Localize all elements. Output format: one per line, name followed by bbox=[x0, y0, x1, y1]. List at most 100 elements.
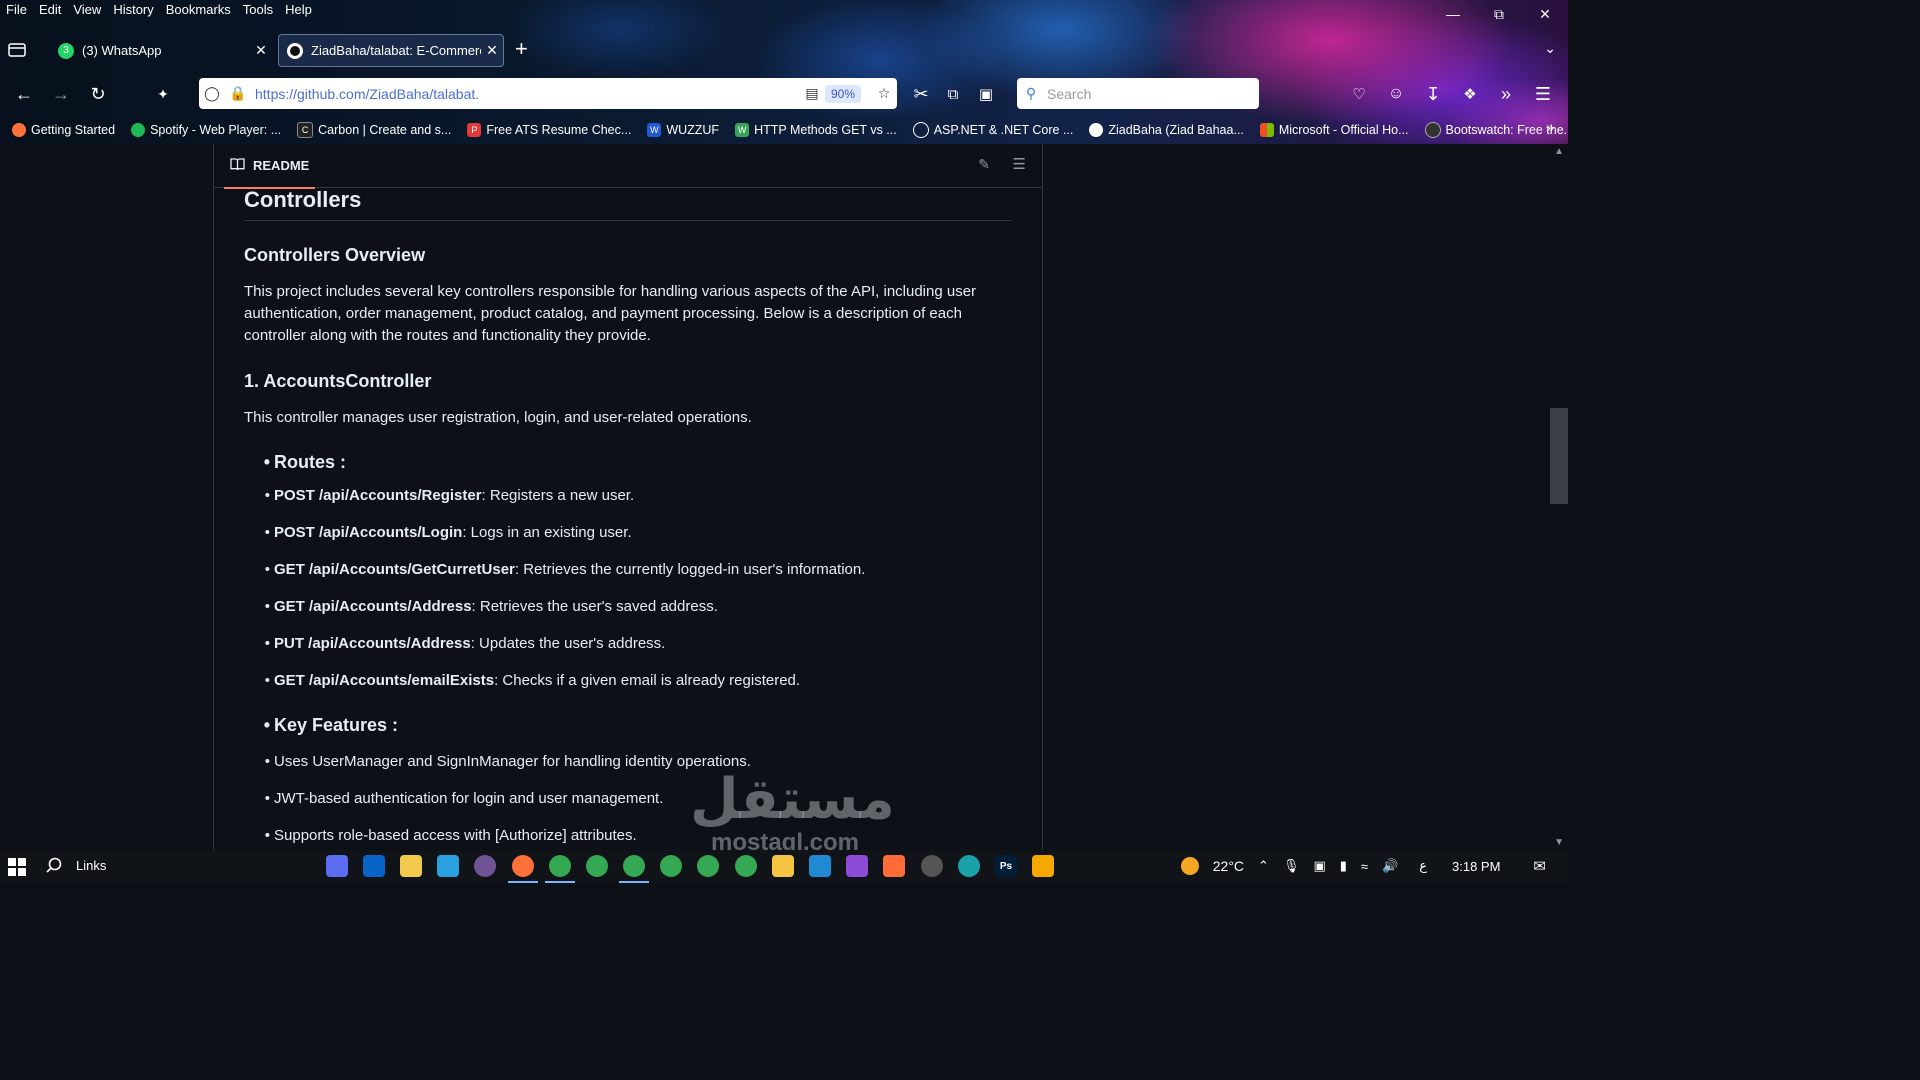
chrome-icon[interactable] bbox=[544, 855, 575, 883]
chrome-icon[interactable] bbox=[697, 855, 720, 877]
bookmark-spotify[interactable]: Spotify - Web Player: ... bbox=[119, 119, 285, 141]
bookmark-microsoft[interactable]: Microsoft - Official Ho... bbox=[1248, 119, 1413, 141]
zoom-level-badge[interactable]: 90% bbox=[824, 84, 861, 103]
scroll-down-arrow-icon[interactable]: ▼ bbox=[1554, 837, 1564, 848]
telegram-icon[interactable] bbox=[437, 855, 460, 877]
reader-view-icon[interactable]: ▤ bbox=[799, 85, 825, 102]
menu-tools[interactable]: Tools bbox=[237, 0, 279, 20]
bookmark-star-icon[interactable]: ☆ bbox=[871, 85, 897, 102]
chrome-icon[interactable] bbox=[585, 855, 608, 877]
extensions-icon[interactable]: ❖ bbox=[1457, 81, 1483, 107]
scroll-up-arrow-icon[interactable]: ▲ bbox=[1554, 146, 1564, 157]
volume-icon[interactable]: 🔊 bbox=[1382, 858, 1398, 874]
bookmark-ziadbaha[interactable]: ZiadBaha (Ziad Bahaa... bbox=[1077, 119, 1248, 141]
tab-list-icon[interactable] bbox=[8, 41, 30, 59]
outline-list-icon[interactable]: ☰ bbox=[1013, 155, 1026, 173]
visual-studio-icon[interactable] bbox=[846, 855, 869, 877]
bookmark-aspnet[interactable]: ASP.NET & .NET Core ... bbox=[901, 119, 1078, 141]
bookmark-wuzzuf[interactable]: W WUZZUF bbox=[635, 119, 723, 141]
feature-item: • Uses UserManager and SignInManager for … bbox=[264, 753, 751, 770]
windows-start-icon[interactable] bbox=[8, 858, 26, 876]
chrome-icon[interactable] bbox=[619, 855, 650, 883]
bookmark-getting-started[interactable]: Getting Started bbox=[0, 119, 119, 141]
chrome-icon[interactable] bbox=[734, 855, 757, 877]
sticky-notes-icon[interactable] bbox=[771, 855, 794, 877]
microphone-icon[interactable]: 🎙 bbox=[1283, 858, 1300, 874]
notifications-icon[interactable]: ✉ bbox=[1533, 857, 1546, 875]
clock-time[interactable]: 3:18 PM bbox=[1452, 859, 1500, 874]
display-icon[interactable]: ▣ bbox=[1313, 858, 1325, 874]
clipboard-icon[interactable]: ▣ bbox=[973, 81, 999, 107]
menu-view[interactable]: View bbox=[67, 0, 107, 20]
edit-pencil-icon[interactable]: ✎ bbox=[978, 156, 990, 173]
github-desktop-icon[interactable] bbox=[474, 855, 497, 877]
links-toolbar-label[interactable]: Links bbox=[76, 858, 106, 873]
firefox-icon[interactable] bbox=[507, 855, 538, 883]
postman-icon[interactable] bbox=[883, 855, 906, 877]
media-player-icon[interactable] bbox=[920, 855, 943, 877]
route-desc: : Logs in an existing user. bbox=[462, 524, 632, 541]
search-input[interactable] bbox=[1045, 84, 1259, 103]
address-bar[interactable]: ◯ 🔒 https://github.com/ZiadBaha/talabat.… bbox=[199, 78, 897, 109]
shield-icon[interactable]: ◯ bbox=[199, 85, 225, 102]
feature-item: • JWT-based authentication for login and … bbox=[264, 790, 664, 807]
url-text[interactable]: https://github.com/ZiadBaha/talabat. bbox=[251, 86, 799, 102]
close-window-button[interactable]: ✕ bbox=[1522, 0, 1568, 28]
file-explorer-icon[interactable] bbox=[399, 855, 422, 877]
scrollbar-thumb[interactable] bbox=[1550, 408, 1568, 504]
readme-header: README ✎ ☰ bbox=[214, 144, 1042, 189]
lock-icon[interactable]: 🔒 bbox=[225, 85, 251, 102]
bookmarks-overflow-icon[interactable]: » bbox=[1546, 119, 1554, 135]
menu-bookmarks[interactable]: Bookmarks bbox=[160, 0, 237, 20]
menu-edit[interactable]: Edit bbox=[33, 0, 67, 20]
scissors-icon[interactable]: ✂ bbox=[908, 81, 934, 107]
taskbar-search-icon[interactable] bbox=[46, 857, 62, 877]
aws-icon[interactable] bbox=[1032, 855, 1055, 877]
tab-whatsapp[interactable]: 3 (3) WhatsApp ✕ bbox=[50, 34, 272, 67]
chevron-down-icon[interactable]: ⌄ bbox=[1544, 40, 1556, 57]
menu-help[interactable]: Help bbox=[279, 0, 318, 20]
bookmark-http-methods[interactable]: W HTTP Methods GET vs ... bbox=[723, 119, 901, 141]
back-icon[interactable]: ← bbox=[11, 81, 37, 107]
battery-icon[interactable]: ▮ bbox=[1340, 858, 1347, 874]
close-tab-icon[interactable]: ✕ bbox=[481, 42, 503, 59]
outlook-icon[interactable] bbox=[362, 855, 385, 877]
chrome-icon[interactable] bbox=[660, 855, 683, 877]
photoshop-icon[interactable]: Ps bbox=[994, 855, 1017, 877]
bookmarks-toolbar: Getting Started Spotify - Web Player: ..… bbox=[0, 119, 1568, 141]
show-hidden-icons-icon[interactable]: ⌃ bbox=[1258, 858, 1269, 874]
more-tools-icon[interactable]: » bbox=[1493, 81, 1519, 107]
input-language[interactable]: ع bbox=[1419, 858, 1427, 874]
bookmark-ats-resume[interactable]: P Free ATS Resume Chec... bbox=[455, 119, 635, 141]
account-icon[interactable]: ☺ bbox=[1383, 81, 1409, 107]
route-item: • PUT /api/Accounts/Address: Updates the … bbox=[264, 635, 666, 652]
restore-button[interactable]: ⧉ bbox=[1476, 0, 1522, 28]
weather-sun-icon[interactable] bbox=[1180, 857, 1199, 875]
search-box[interactable]: ⚲ bbox=[1017, 78, 1259, 109]
pocket-icon[interactable]: ♡ bbox=[1346, 81, 1372, 107]
copy-icon[interactable]: ⧉ bbox=[940, 81, 966, 107]
download-icon[interactable]: ↧ bbox=[1420, 81, 1446, 107]
globe-icon bbox=[912, 122, 929, 138]
vpn-icon[interactable]: ✦ bbox=[150, 81, 176, 107]
wifi-icon[interactable]: ≈ bbox=[1361, 859, 1368, 874]
readme-tab[interactable]: README bbox=[224, 144, 316, 189]
forward-icon[interactable]: → bbox=[48, 81, 74, 107]
new-tab-icon[interactable]: + bbox=[515, 36, 528, 62]
edge-icon[interactable] bbox=[957, 855, 980, 877]
accounts-description: This controller manages user registratio… bbox=[244, 409, 752, 426]
temperature[interactable]: 22°C bbox=[1213, 858, 1244, 874]
minimize-button[interactable]: — bbox=[1430, 0, 1476, 28]
hamburger-menu-icon[interactable]: ☰ bbox=[1530, 81, 1556, 107]
menu-history[interactable]: History bbox=[107, 0, 159, 20]
bookmark-bootswatch[interactable]: Bootswatch: Free the... bbox=[1413, 119, 1568, 141]
bookmark-carbon[interactable]: C Carbon | Create and s... bbox=[285, 119, 455, 141]
reload-icon[interactable]: ↻ bbox=[85, 81, 111, 107]
whatsapp-icon: 3 bbox=[58, 42, 74, 59]
accounts-controller-heading: 1. AccountsController bbox=[244, 371, 432, 391]
close-tab-icon[interactable]: ✕ bbox=[250, 42, 272, 59]
tab-github-talabat[interactable]: ZiadBaha/talabat: E-Commerce ✕ bbox=[278, 34, 504, 67]
copilot-icon[interactable] bbox=[325, 855, 348, 877]
vscode-icon[interactable] bbox=[809, 855, 832, 877]
menu-file[interactable]: File bbox=[0, 0, 33, 20]
